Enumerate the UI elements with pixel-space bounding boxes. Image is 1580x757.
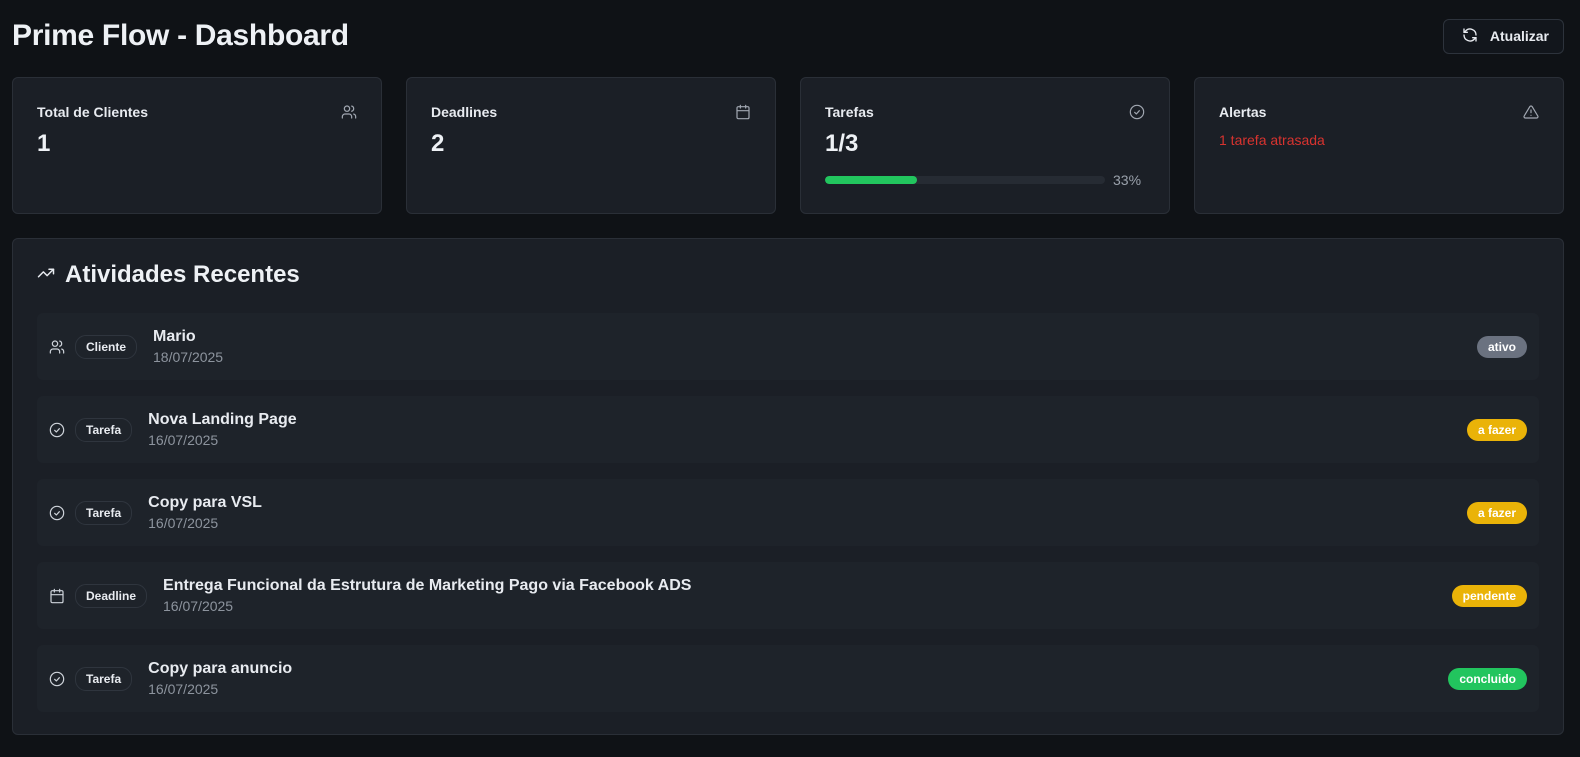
- calendar-icon: [735, 104, 751, 120]
- stat-card-clients: Total de Clientes 1: [12, 77, 382, 214]
- check-circle-icon: [49, 671, 65, 687]
- activity-name: Nova Landing Page: [148, 411, 297, 428]
- activity-date: 16/07/2025: [148, 681, 219, 697]
- stat-title: Deadlines: [431, 104, 498, 120]
- activity-type-badge: Cliente: [75, 334, 138, 359]
- calendar-icon: [49, 588, 65, 604]
- activity-text: Mario 18/07/2025: [153, 328, 223, 365]
- stat-value: 1/3: [825, 130, 859, 157]
- task-progress: 33%: [825, 172, 1145, 188]
- progress-label: 33%: [1113, 172, 1142, 188]
- activity-row[interactable]: Tarefa Nova Landing Page 16/07/2025 a fazer: [37, 396, 1539, 463]
- activities-title: Atividades Recentes: [65, 261, 300, 288]
- activity-status-badge: concluido: [1448, 667, 1527, 690]
- stat-title: Total de Clientes: [37, 104, 148, 120]
- activity-type-badge: Tarefa: [75, 417, 133, 442]
- activity-name: Mario: [153, 328, 196, 345]
- activity-row[interactable]: Tarefa Copy para anuncio 16/07/2025 conclui…: [37, 645, 1539, 712]
- recent-activities-panel: Atividades Recentes Cliente Mario 18/07/20…: [12, 238, 1564, 735]
- alert-message: 1 tarefa atrasada: [1219, 132, 1325, 148]
- trending-up-icon: [37, 264, 55, 287]
- stat-value: 1: [37, 130, 51, 157]
- stat-card-deadlines: Deadlines 2: [406, 77, 776, 214]
- activity-status-badge: pendente: [1451, 584, 1527, 607]
- activity-name: Copy para anuncio: [148, 660, 293, 677]
- dashboard-page: Prime Flow - Dashboard Atualizar Total d…: [0, 0, 1580, 757]
- activity-row[interactable]: Cliente Mario 18/07/2025 ativo: [37, 313, 1539, 380]
- activity-text: Copy para anuncio 16/07/2025: [148, 660, 292, 697]
- stat-card-alerts: Alertas 1 tarefa atrasada: [1194, 77, 1564, 214]
- activity-date: 18/07/2025: [153, 349, 224, 365]
- check-circle-icon: [1129, 104, 1145, 120]
- activity-date: 16/07/2025: [163, 598, 234, 614]
- progress-fill: [825, 176, 918, 184]
- check-circle-icon: [49, 505, 65, 521]
- activity-date: 16/07/2025: [148, 432, 219, 448]
- refresh-button[interactable]: Atualizar: [1442, 18, 1564, 54]
- activity-list: Cliente Mario 18/07/2025 ativo Tarefa Nova La…: [37, 313, 1539, 712]
- activity-text: Nova Landing Page 16/07/2025: [148, 411, 296, 448]
- activity-type-badge: Deadline: [75, 583, 148, 608]
- refresh-icon: [1462, 27, 1478, 46]
- activity-type-badge: Tarefa: [75, 500, 133, 525]
- stat-title: Tarefas: [825, 104, 874, 120]
- page-title: Prime Flow - Dashboard: [12, 19, 349, 52]
- stat-value: 2: [431, 130, 445, 157]
- activity-status-badge: ativo: [1476, 335, 1527, 358]
- users-icon: [49, 339, 65, 355]
- activity-text: Copy para VSL 16/07/2025: [148, 494, 262, 531]
- stat-card-tasks: Tarefas 1/3 33%: [800, 77, 1170, 214]
- activities-header: Atividades Recentes: [37, 261, 1539, 289]
- activity-name: Copy para VSL: [148, 494, 262, 511]
- activity-text: Entrega Funcional da Estrutura de Market…: [163, 577, 691, 614]
- stats-row: Total de Clientes 1 Deadlines 2 Tarefas …: [12, 77, 1564, 214]
- activity-name: Entrega Funcional da Estrutura de Market…: [163, 577, 692, 594]
- activity-row[interactable]: Tarefa Copy para VSL 16/07/2025 a fazer: [37, 479, 1539, 546]
- activity-date: 16/07/2025: [148, 515, 219, 531]
- check-circle-icon: [49, 422, 65, 438]
- progress-track: [825, 176, 1105, 184]
- activity-status-badge: a fazer: [1466, 418, 1527, 441]
- refresh-button-label: Atualizar: [1489, 28, 1549, 44]
- warning-icon: [1523, 104, 1539, 120]
- header: Prime Flow - Dashboard Atualizar: [12, 16, 1564, 56]
- activity-row[interactable]: Deadline Entrega Funcional da Estrutura d…: [37, 562, 1539, 629]
- stat-title: Alertas: [1219, 104, 1267, 120]
- users-icon: [341, 104, 357, 120]
- activity-status-badge: a fazer: [1466, 501, 1527, 524]
- activity-type-badge: Tarefa: [75, 666, 133, 691]
